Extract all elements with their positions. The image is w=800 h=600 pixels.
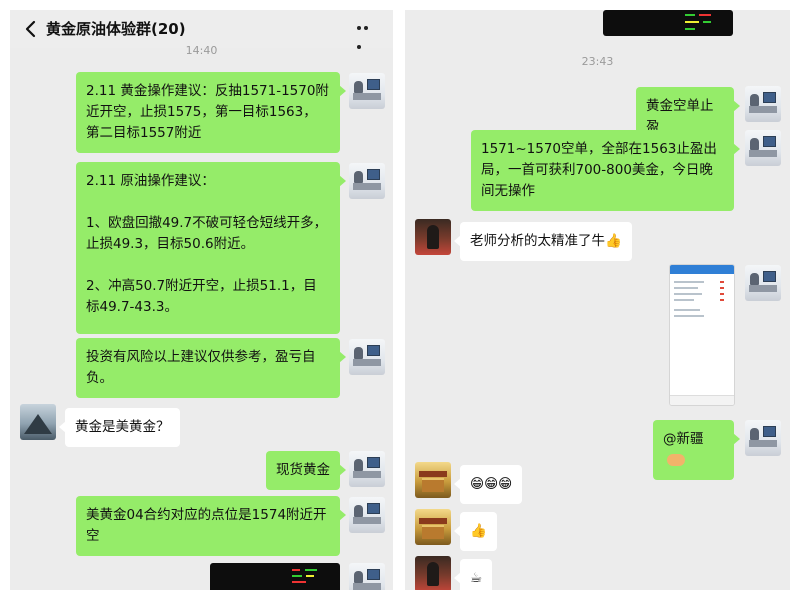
my-avatar[interactable] — [745, 130, 781, 166]
message-bubble[interactable]: 黄金是美黄金？ — [59, 408, 180, 447]
message-bubble[interactable]: 😁😁😁 — [453, 465, 523, 504]
contact-avatar[interactable] — [415, 462, 451, 498]
contact-avatar[interactable] — [415, 509, 451, 545]
chat-title: 黄金原油体验群(20) — [46, 20, 186, 38]
message-bubble[interactable]: 投资有风险以上建议仅供参考，盈亏自负。 — [76, 338, 346, 398]
contact-avatar[interactable] — [415, 219, 451, 255]
message-bubble[interactable]: 美黄金04合约对应的点位是1574附近开空 — [76, 496, 346, 556]
my-avatar[interactable] — [349, 451, 385, 487]
chevron-left-icon[interactable] — [22, 19, 40, 39]
message-bubble[interactable]: @新疆 — [653, 420, 740, 480]
coffee-icon: ☕ — [470, 570, 483, 586]
chat-screen-left: 黄金原油体验群(20) 14:40 2.11 黄金操作建议：反抽1571-157… — [10, 10, 393, 590]
my-avatar[interactable] — [349, 563, 385, 590]
more-dots-icon[interactable] — [357, 26, 377, 49]
contact-avatar[interactable] — [20, 404, 56, 440]
my-avatar[interactable] — [745, 420, 781, 456]
handshake-icon — [667, 454, 685, 466]
chat-header: 黄金原油体验群(20) — [10, 10, 393, 49]
contact-avatar[interactable] — [415, 556, 451, 590]
thumbs-up-icon: 👍 — [605, 233, 622, 249]
message-bubble[interactable]: 老师分析的太精准了牛👍 — [454, 222, 632, 261]
mention-text: @新疆 — [663, 431, 704, 447]
grin-emoji-icon: 😁😁😁 — [470, 476, 513, 492]
timestamp: 23:43 — [581, 55, 614, 68]
message-bubble[interactable]: 2.11 黄金操作建议：反抽1571-1570附近开空，止损1575，第一目标1… — [76, 72, 346, 153]
my-avatar[interactable] — [349, 497, 385, 533]
my-avatar[interactable] — [349, 73, 385, 109]
screenshot-image-message[interactable] — [669, 264, 735, 406]
message-paragraph: 1、欧盘回撤49.7不破可轻仓短线开多，止损49.3，目标50.6附近。 — [86, 215, 328, 252]
my-avatar[interactable] — [745, 86, 781, 122]
chat-screen-right: 23:43 黄金空单止盈 1571~1570空单，全部在1563止盈出局，一首可… — [405, 10, 790, 590]
message-bubble[interactable]: ☕ — [453, 559, 493, 590]
timestamp: 14:40 — [185, 44, 218, 57]
message-bubble[interactable]: 1571~1570空单，全部在1563止盈出局，一首可获利700-800美金，今… — [471, 130, 740, 211]
my-avatar[interactable] — [349, 339, 385, 375]
my-avatar[interactable] — [349, 163, 385, 199]
message-bubble[interactable]: 2.11 原油操作建议： 1、欧盘回撤49.7不破可轻仓短线开多，止损49.3，… — [76, 162, 346, 334]
message-paragraph: 2.11 原油操作建议： — [86, 173, 215, 189]
message-paragraph: 2、冲高50.7附近开空，止损51.1，目标49.7-43.3。 — [86, 278, 317, 315]
image-message[interactable] — [210, 563, 340, 590]
message-bubble[interactable]: 👍 — [454, 512, 497, 551]
my-avatar[interactable] — [745, 265, 781, 301]
image-message[interactable] — [603, 10, 733, 36]
thumbs-up-icon: 👍 — [470, 523, 487, 539]
message-text: 老师分析的太精准了牛 — [470, 233, 605, 249]
message-bubble[interactable]: 现货黄金 — [266, 451, 346, 490]
